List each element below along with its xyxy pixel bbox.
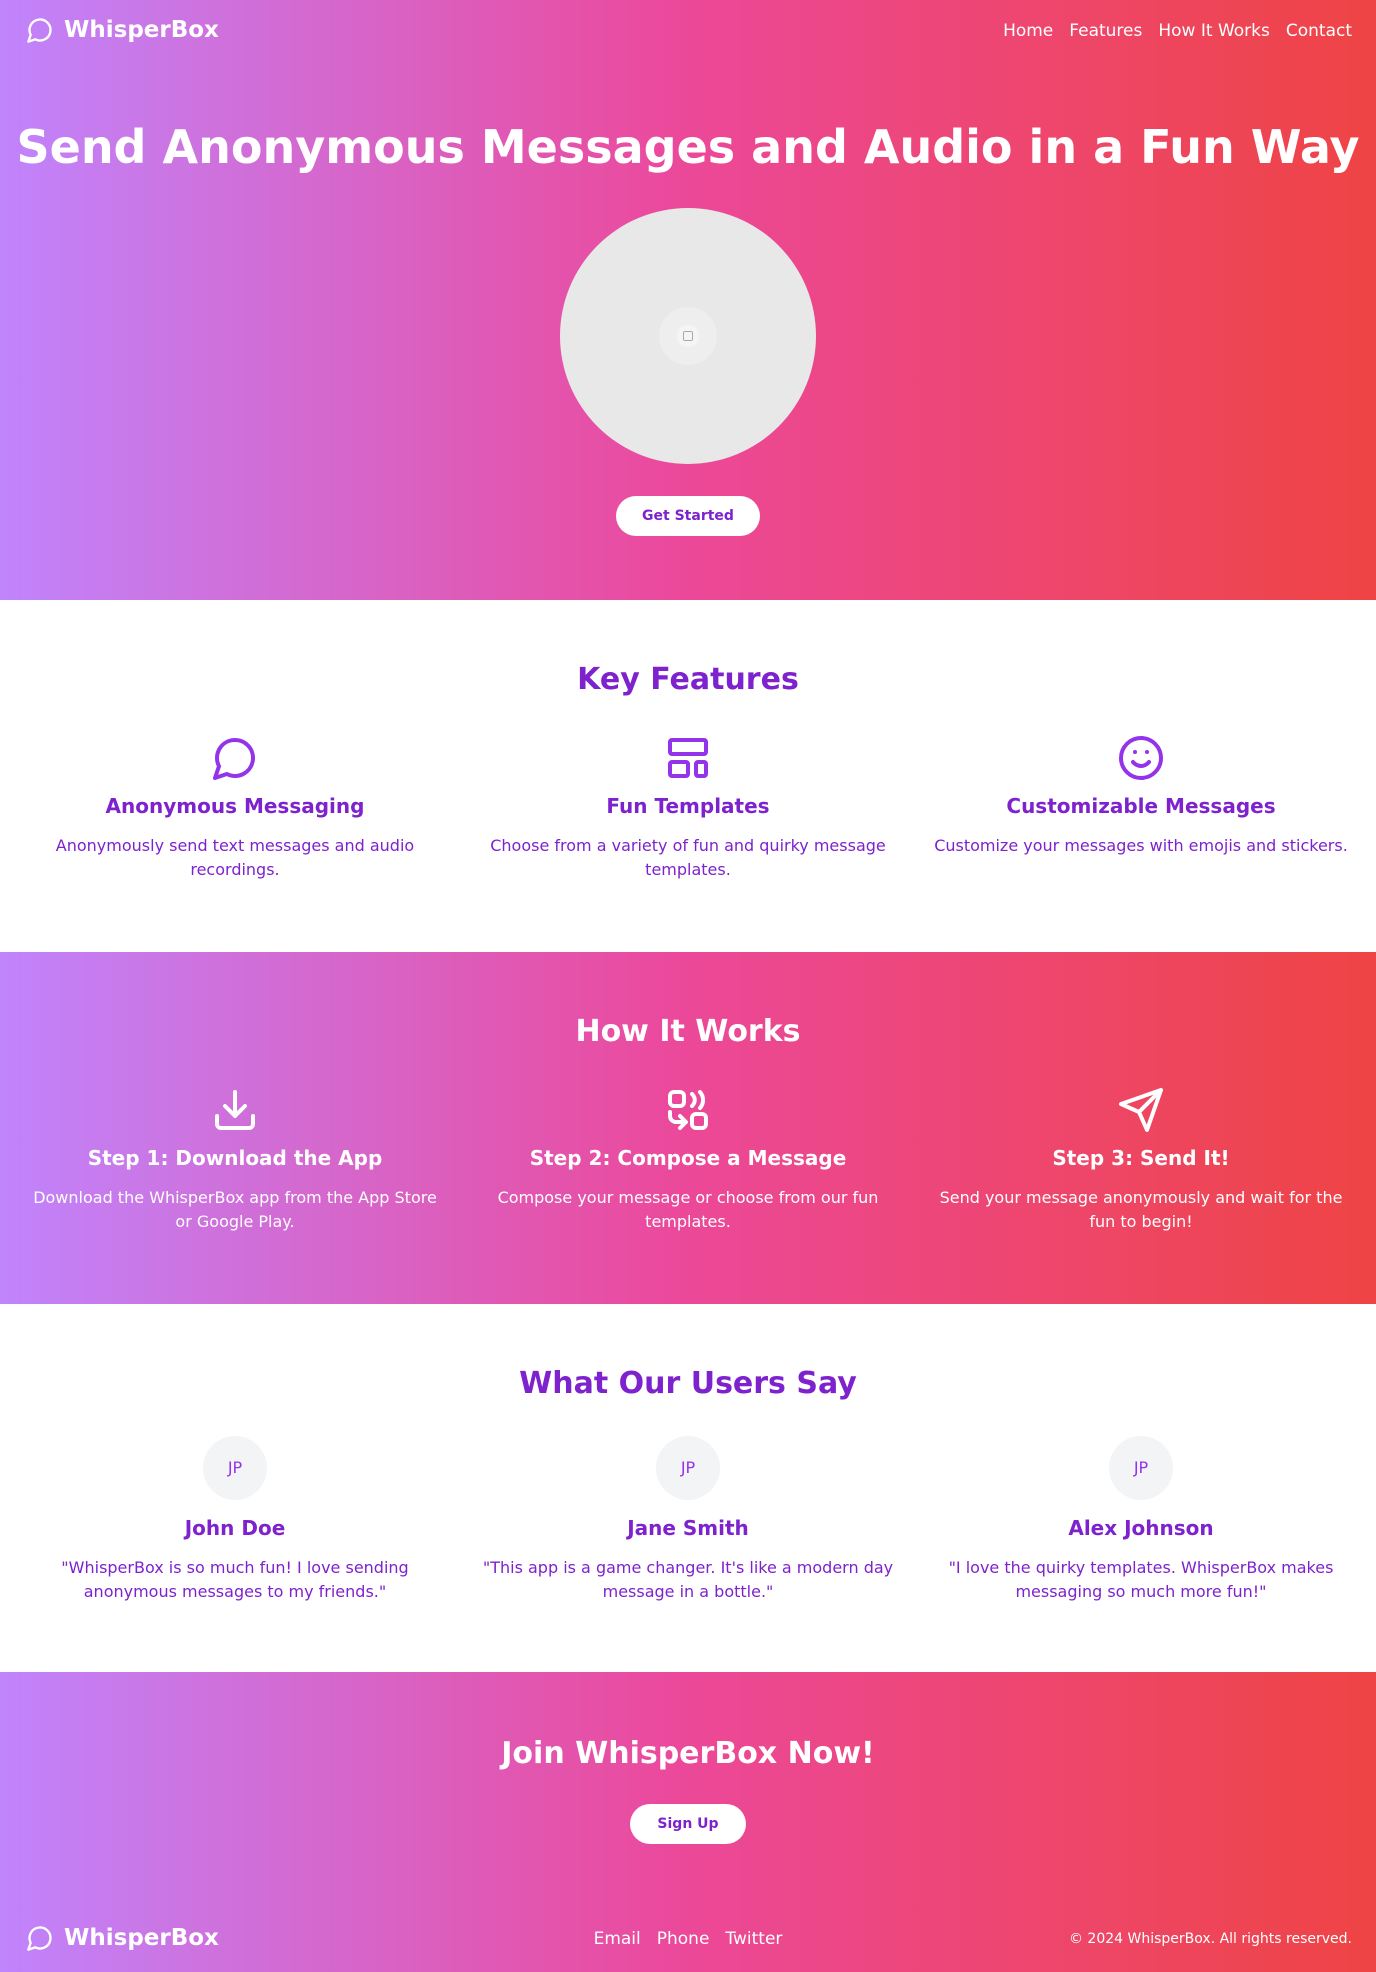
step-title: Step 3: Send It! [1052, 1146, 1230, 1170]
layout-template-icon [668, 738, 708, 778]
features-section: Key Features Anonymous Messaging Anonymo… [0, 600, 1376, 952]
download-icon [215, 1090, 255, 1130]
nav-how-it-works[interactable]: How It Works [1158, 21, 1269, 41]
footer-brand[interactable]: WhisperBox [26, 1924, 219, 1952]
feature-title: Fun Templates [606, 794, 770, 818]
testimonial-quote: "This app is a game changer. It's like a… [482, 1558, 894, 1601]
footer-brand-name: WhisperBox [64, 1925, 219, 1951]
join-title: Join WhisperBox Now! [501, 1736, 875, 1771]
brand-logo[interactable]: WhisperBox [26, 16, 219, 44]
step-title: Step 2: Compose a Message [529, 1146, 847, 1170]
message-circle-icon [27, 1926, 52, 1951]
features-title: Key Features [577, 662, 799, 697]
top-nav: WhisperBox Home Features How It Works Co… [0, 0, 1376, 64]
hero-image-placeholder [560, 208, 816, 464]
feature-text: Customize your messages with emojis and … [934, 836, 1348, 855]
feature-title: Customizable Messages [1006, 794, 1276, 818]
nav-home[interactable]: Home [1003, 21, 1053, 41]
join-section: Join WhisperBox Now! Sign Up WhisperBox … [0, 1672, 1376, 1972]
feature-card: Anonymous Messaging Anonymously send tex… [25, 734, 445, 882]
send-icon [1119, 1088, 1163, 1132]
step-text: Compose your message or choose from our … [497, 1188, 879, 1231]
footer-link-email[interactable]: Email [594, 1929, 641, 1949]
testimonial-card: JP John Doe "WhisperBox is so much fun! … [25, 1436, 445, 1604]
hero-section: WhisperBox Home Features How It Works Co… [0, 0, 1376, 600]
feature-title: Anonymous Messaging [105, 794, 365, 818]
footer-link-phone[interactable]: Phone [657, 1929, 710, 1949]
feature-text: Choose from a variety of fun and quirky … [490, 836, 886, 879]
message-circle-icon [213, 738, 255, 780]
testimonial-quote: "I love the quirky templates. WhisperBox… [948, 1558, 1334, 1601]
testimonial-card: JP Jane Smith "This app is a game change… [478, 1436, 898, 1604]
step-card: Step 3: Send It! Send your message anony… [931, 1086, 1351, 1234]
copyright: © 2024 WhisperBox. All rights reserved. [1068, 1931, 1352, 1947]
how-it-works-section: How It Works Step 1: Download the App Do… [0, 952, 1376, 1304]
image-icon [683, 331, 693, 341]
testimonial-card: JP Alex Johnson "I love the quirky templ… [931, 1436, 1351, 1604]
step-card: Step 1: Download the App Download the Wh… [25, 1086, 445, 1234]
testimonial-name: Jane Smith [627, 1516, 749, 1540]
step-text: Download the WhisperBox app from the App… [33, 1188, 437, 1231]
nav-links: Home Features How It Works Contact [1003, 21, 1352, 41]
feature-card: Fun Templates Choose from a variety of f… [478, 734, 898, 882]
message-circle-icon [27, 18, 52, 43]
step-card: Step 2: Compose a Message Compose your m… [478, 1086, 898, 1234]
nav-contact[interactable]: Contact [1286, 21, 1352, 41]
brand-name: WhisperBox [64, 17, 219, 43]
avatar: JP [203, 1436, 267, 1500]
smile-icon [1119, 736, 1163, 780]
footer-links: Email Phone Twitter [560, 1929, 816, 1949]
feature-text: Anonymously send text messages and audio… [55, 836, 415, 879]
testimonial-name: Alex Johnson [1068, 1516, 1214, 1540]
avatar: JP [656, 1436, 720, 1500]
testimonials-section: What Our Users Say JP John Doe "WhisperB… [0, 1304, 1376, 1672]
testimonials-title: What Our Users Say [519, 1366, 857, 1401]
compose-icon [668, 1090, 708, 1130]
get-started-button[interactable]: Get Started [616, 496, 760, 536]
testimonial-quote: "WhisperBox is so much fun! I love sendi… [61, 1558, 409, 1601]
avatar: JP [1109, 1436, 1173, 1500]
step-title: Step 1: Download the App [87, 1146, 383, 1170]
how-it-works-title: How It Works [575, 1014, 801, 1049]
step-text: Send your message anonymously and wait f… [939, 1188, 1343, 1231]
footer-link-twitter[interactable]: Twitter [725, 1929, 782, 1949]
testimonial-name: John Doe [184, 1516, 286, 1540]
sign-up-button[interactable]: Sign Up [630, 1804, 746, 1844]
nav-features[interactable]: Features [1069, 21, 1142, 41]
hero-title: Send Anonymous Messages and Audio in a F… [16, 120, 1360, 174]
feature-card: Customizable Messages Customize your mes… [931, 734, 1351, 858]
